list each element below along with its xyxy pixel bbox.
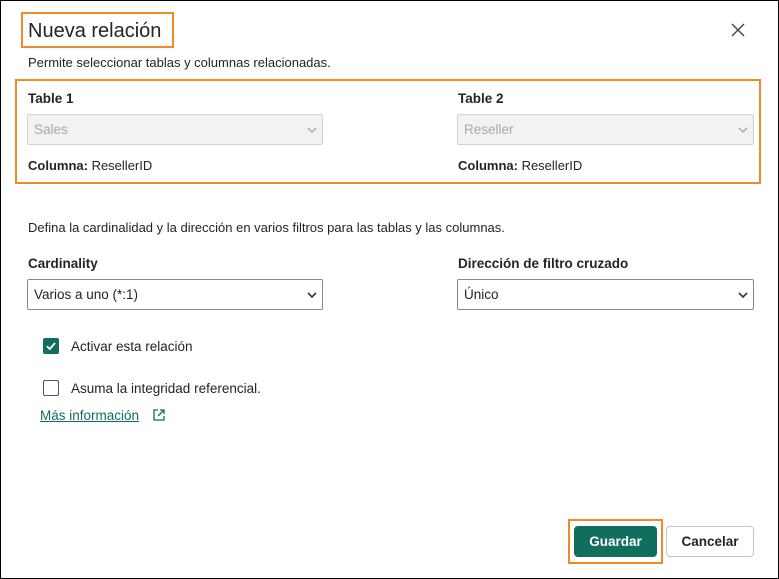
table1-select-value: Sales — [34, 122, 68, 137]
table2-column: Columna: ResellerID — [458, 158, 582, 174]
cross-filter-select-value: Único — [464, 287, 499, 302]
referential-integrity-checkbox[interactable] — [43, 380, 59, 396]
cardinality-description: Defina la cardinalidad y la dirección en… — [28, 220, 505, 235]
more-info-link[interactable]: Más información — [40, 408, 139, 423]
table2-select: Reseller — [457, 114, 754, 145]
table1-column-value: ResellerID — [87, 158, 153, 173]
table2-select-value: Reseller — [464, 122, 514, 137]
chevron-down-icon — [307, 127, 317, 133]
cardinality-select[interactable]: Varios a uno (*:1) — [27, 279, 323, 310]
table2-column-value: ResellerID — [517, 158, 583, 173]
cardinality-select-value: Varios a uno (*:1) — [34, 287, 139, 302]
dialog-title: Nueva relación — [28, 20, 162, 42]
cardinality-label: Cardinality — [28, 256, 98, 271]
close-icon[interactable] — [729, 21, 747, 39]
activate-relationship-label: Activar esta relación — [71, 339, 193, 354]
activate-relationship-checkbox[interactable] — [43, 338, 59, 354]
table1-column: Columna: ResellerID — [28, 158, 152, 174]
dialog-subtitle: Permite seleccionar tablas y columnas re… — [28, 55, 331, 70]
chevron-down-icon — [738, 292, 748, 299]
table1-label: Table 1 — [28, 91, 74, 106]
chevron-down-icon — [307, 292, 317, 299]
table1-column-label: Columna: — [28, 158, 88, 173]
chevron-down-icon — [738, 127, 748, 133]
external-link-icon[interactable] — [152, 408, 166, 422]
new-relationship-dialog: Nueva relación Permite seleccionar tabla… — [0, 0, 779, 579]
table1-select: Sales — [27, 114, 323, 145]
save-button[interactable]: Guardar — [574, 526, 657, 557]
cancel-button[interactable]: Cancelar — [666, 526, 754, 557]
cross-filter-label: Dirección de filtro cruzado — [458, 256, 629, 271]
referential-integrity-label: Asuma la integridad referencial. — [71, 381, 261, 396]
table2-label: Table 2 — [458, 91, 504, 106]
cross-filter-select[interactable]: Único — [457, 279, 754, 310]
table2-column-label: Columna: — [458, 158, 518, 173]
checkmark-icon — [46, 342, 56, 351]
